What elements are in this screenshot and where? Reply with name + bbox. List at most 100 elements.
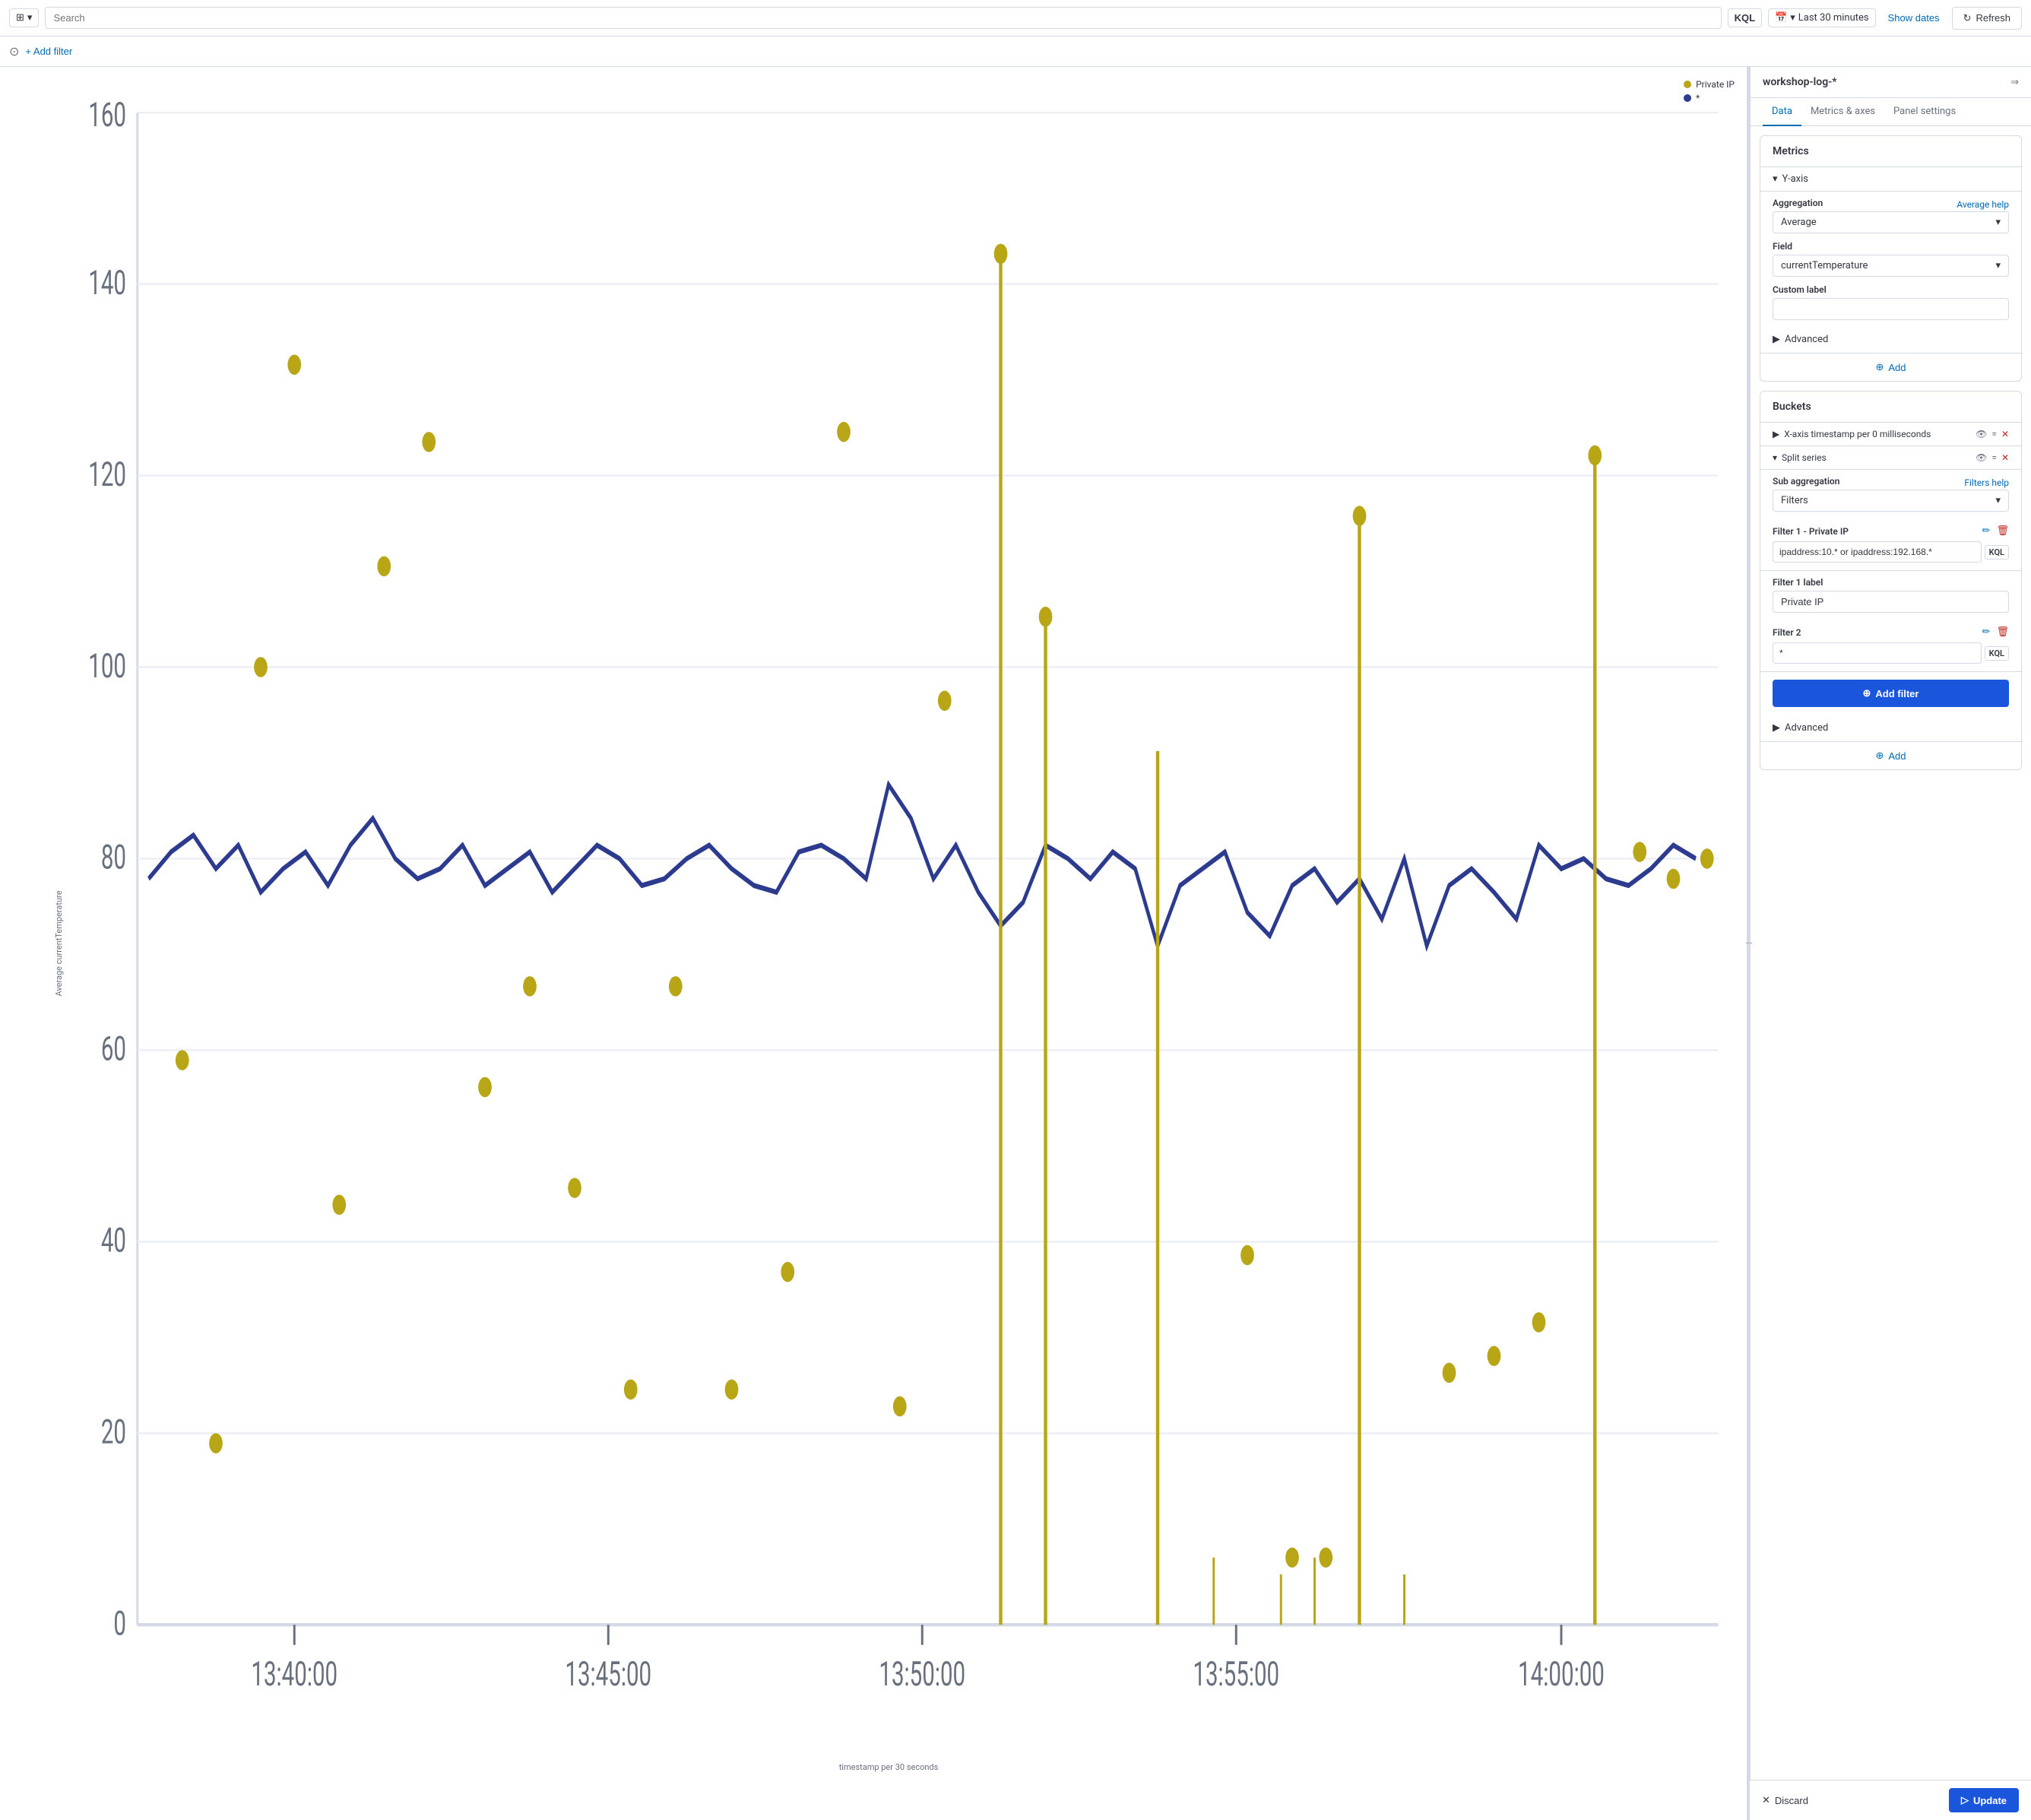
tab-data[interactable]: Data <box>1763 98 1801 126</box>
aggregation-row: Aggregation Average help <box>1773 198 2009 211</box>
aggregation-chevron-icon: ▾ <box>1995 217 2001 228</box>
buckets-advanced-chevron-icon: ▶ <box>1773 722 1780 734</box>
refresh-button[interactable]: ↻ Refresh <box>1952 7 2022 30</box>
filter1-label-group: Filter 1 label <box>1760 571 2021 619</box>
refresh-icon: ↻ <box>1963 12 1972 24</box>
custom-label-input[interactable] <box>1773 298 2009 320</box>
buckets-add-button[interactable]: ⊕ Add <box>1875 750 1906 762</box>
sub-aggregation-help-link[interactable]: Filters help <box>1964 477 2009 488</box>
discard-label: Discard <box>1775 1795 1808 1806</box>
filter1-kql-tag[interactable]: KQL <box>1985 545 2009 560</box>
filter1-text-label: Filter 1 label <box>1773 577 2009 588</box>
right-panel: workshop-log-* ⇒ Data Metrics & axes Pan… <box>1750 67 2031 1820</box>
field-select[interactable]: currentTemperature ▾ <box>1773 255 2009 277</box>
discard-button[interactable]: ✕ Discard <box>1762 1794 1808 1806</box>
filter1-text-input[interactable] <box>1773 591 2009 613</box>
sub-aggregation-chevron-icon: ▾ <box>1995 495 2001 506</box>
metrics-add-row: ⊕ Add <box>1760 353 2021 381</box>
index-selector[interactable]: ⊞ ▾ <box>9 8 39 27</box>
panel-expand-icon[interactable]: ⇒ <box>2010 77 2019 88</box>
aggregation-help-link[interactable]: Average help <box>1957 199 2009 210</box>
split-series-eye-icon[interactable]: 👁 <box>1976 452 1987 463</box>
split-series-bucket-row: ▾ Split series 👁 = ✕ <box>1760 446 2021 470</box>
split-series-chevron-icon[interactable]: ▾ <box>1773 452 1777 463</box>
add-filter-big-button[interactable]: ⊕ Add filter <box>1773 680 2009 707</box>
metrics-section-header: Metrics <box>1760 136 2021 167</box>
xaxis-close-icon[interactable]: ✕ <box>2001 429 2009 439</box>
filter2-edit-icon[interactable]: ✏ <box>1982 626 1991 638</box>
refresh-label: Refresh <box>1976 12 2010 24</box>
svg-text:13:45:00: 13:45:00 <box>565 1655 651 1695</box>
filter1-header: Filter 1 - Private IP ✏ 🗑 <box>1773 525 2009 537</box>
kql-button[interactable]: KQL <box>1728 8 1762 27</box>
sub-aggregation-select[interactable]: Filters ▾ <box>1773 490 2009 512</box>
discard-x-icon: ✕ <box>1762 1794 1770 1806</box>
svg-text:14:00:00: 14:00:00 <box>1518 1655 1605 1695</box>
split-series-equals-icon: = <box>1991 452 1997 463</box>
buckets-add-label: Add <box>1888 750 1906 762</box>
metrics-advanced-row[interactable]: ▶ Advanced <box>1760 326 2021 353</box>
buckets-advanced-row[interactable]: ▶ Advanced <box>1760 715 2021 741</box>
main-layout: Average currentTemperature Private IP * <box>0 67 2031 1820</box>
xaxis-eye-icon[interactable]: 👁 <box>1976 429 1987 439</box>
tab-panel-settings[interactable]: Panel settings <box>1884 98 1965 126</box>
filter1-edit-icon[interactable]: ✏ <box>1982 525 1991 537</box>
svg-text:80: 80 <box>101 839 126 878</box>
filter2-input[interactable] <box>1773 642 1982 664</box>
filter1-icons: ✏ 🗑 <box>1982 525 2009 537</box>
split-series-icons: 👁 = ✕ <box>1976 452 2009 463</box>
metrics-add-label: Add <box>1888 362 1906 373</box>
xaxis-icons: 👁 = ✕ <box>1976 429 2009 439</box>
aggregation-select[interactable]: Average ▾ <box>1773 211 2009 233</box>
tab-metrics-axes[interactable]: Metrics & axes <box>1801 98 1884 126</box>
filter1-block: Filter 1 - Private IP ✏ 🗑 KQL <box>1760 518 2021 571</box>
y-axis-row[interactable]: ▾ Y-axis <box>1760 167 2021 192</box>
resize-dots-icon: ⁞ <box>1744 942 1753 946</box>
metrics-advanced-label: Advanced <box>1785 334 1828 345</box>
svg-text:140: 140 <box>88 264 126 303</box>
xaxis-label: X-axis timestamp per 0 milliseconds <box>1784 429 1931 439</box>
sub-aggregation-row: Sub aggregation Filters help <box>1773 476 2009 490</box>
update-button[interactable]: ▷ Update <box>1949 1788 2019 1812</box>
update-label: Update <box>1973 1795 2007 1806</box>
metrics-fields: Aggregation Average help Average ▾ Field… <box>1760 192 2021 326</box>
sub-aggregation-value: Filters <box>1781 495 1808 506</box>
svg-text:20: 20 <box>101 1413 126 1453</box>
filter2-header: Filter 2 ✏ 🗑 <box>1773 626 2009 638</box>
filter2-delete-icon[interactable]: 🗑 <box>1996 626 2009 638</box>
field-label: Field <box>1773 241 2009 252</box>
top-bar: ⊞ ▾ KQL 📅 ▾ Last 30 minutes Show dates ↻… <box>0 0 2031 36</box>
search-input[interactable] <box>45 7 1721 29</box>
filter1-delete-icon[interactable]: 🗑 <box>1996 525 2009 537</box>
metrics-add-button[interactable]: ⊕ Add <box>1875 361 1906 373</box>
filter2-title: Filter 2 <box>1773 627 1801 638</box>
filter-icon[interactable]: ⊙ <box>9 44 19 59</box>
time-range-value: Last 30 minutes <box>1798 12 1869 24</box>
panel-header: workshop-log-* ⇒ <box>1751 67 2031 98</box>
aggregation-value: Average <box>1781 217 1817 228</box>
panel-content: Metrics ▾ Y-axis Aggregation Average hel… <box>1751 126 2031 1820</box>
time-range-selector[interactable]: 📅 ▾ Last 30 minutes <box>1768 8 1876 27</box>
bottom-bar: ✕ Discard ▷ Update <box>1750 1780 2031 1820</box>
xaxis-chevron-icon[interactable]: ▶ <box>1773 429 1779 439</box>
show-dates-button[interactable]: Show dates <box>1882 9 1946 27</box>
filter-bar: ⊙ + Add filter <box>0 36 2031 67</box>
xaxis-equals-icon: = <box>1991 429 1997 439</box>
buckets-add-circle-icon: ⊕ <box>1875 750 1884 762</box>
split-series-close-icon[interactable]: ✕ <box>2001 452 2009 463</box>
filter2-block: Filter 2 ✏ 🗑 KQL <box>1760 619 2021 672</box>
buckets-section-header: Buckets <box>1760 392 2021 423</box>
filter2-kql-tag[interactable]: KQL <box>1985 646 2009 661</box>
xaxis-bucket-row: ▶ X-axis timestamp per 0 milliseconds 👁 … <box>1760 423 2021 446</box>
filter1-title: Filter 1 - Private IP <box>1773 526 1849 537</box>
buckets-section: Buckets ▶ X-axis timestamp per 0 millise… <box>1760 391 2022 770</box>
svg-text:13:50:00: 13:50:00 <box>879 1655 965 1695</box>
x-axis-label: timestamp per 30 seconds <box>36 1762 1741 1772</box>
add-filter-button[interactable]: + Add filter <box>25 46 72 57</box>
time-range-chevron: ▾ <box>1790 12 1795 24</box>
resize-handle[interactable]: ⁞ <box>1747 67 1750 1820</box>
calendar-icon: 📅 <box>1775 12 1787 24</box>
field-chevron-icon: ▾ <box>1995 260 2001 271</box>
update-play-icon: ▷ <box>1961 1794 1969 1806</box>
filter1-input[interactable] <box>1773 541 1982 563</box>
